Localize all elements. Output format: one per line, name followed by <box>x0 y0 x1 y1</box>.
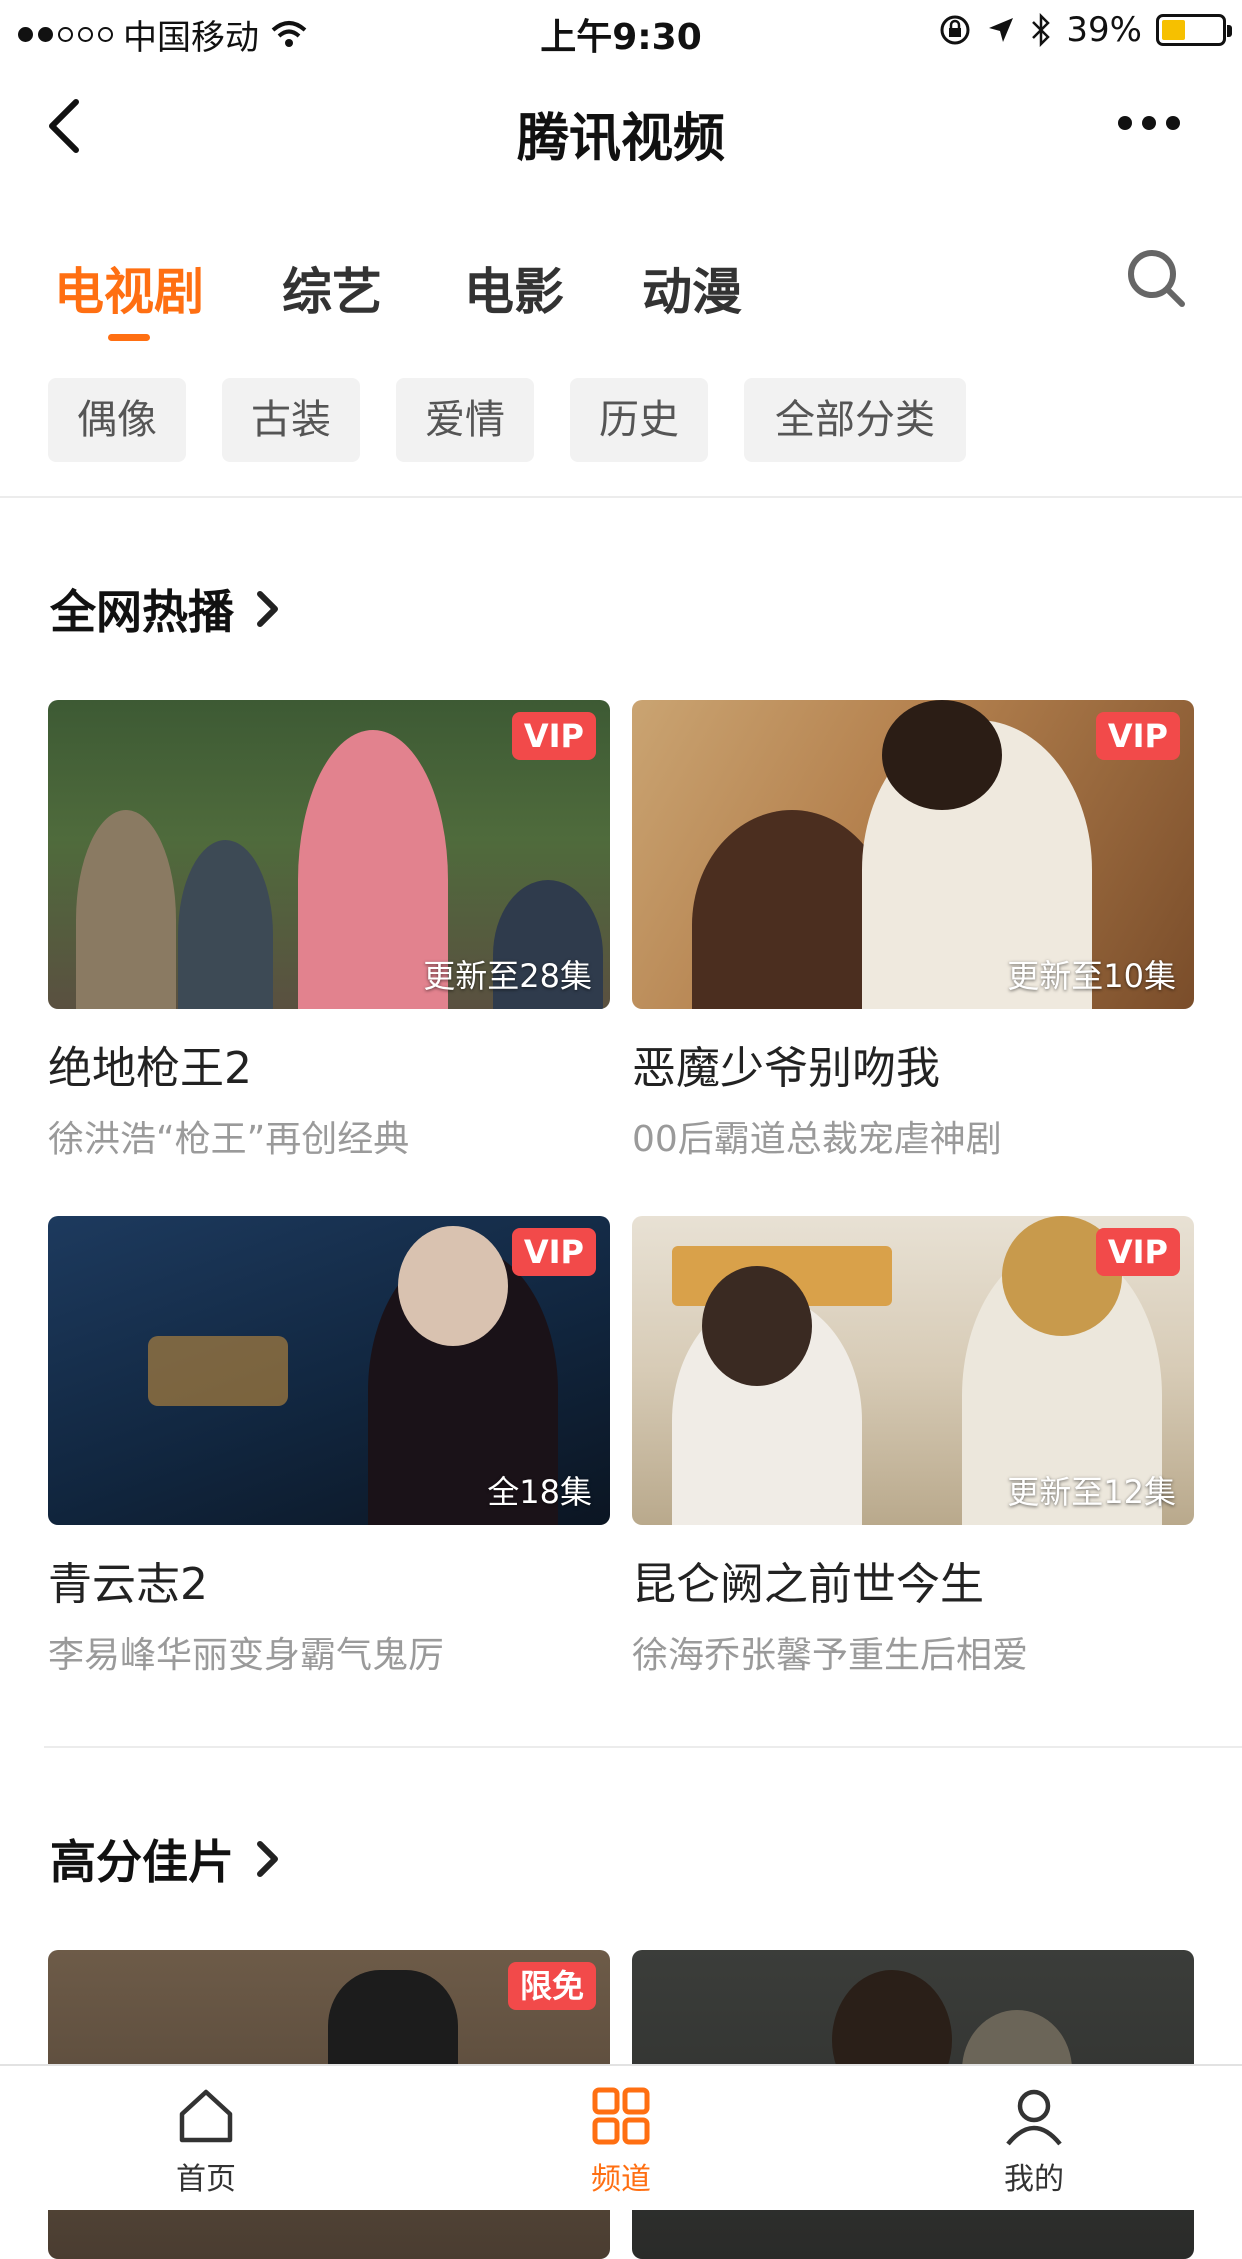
episode-label: 全18集 <box>487 1473 592 1511</box>
active-tab-indicator <box>108 334 150 341</box>
vip-badge: VIP <box>511 712 596 760</box>
tab-variety[interactable]: 综艺 <box>282 252 382 324</box>
video-thumbnail[interactable]: VIP 更新至10集 <box>632 700 1194 1009</box>
vip-badge: VIP <box>1095 1228 1180 1276</box>
chip-all-categories[interactable]: 全部分类 <box>744 378 966 462</box>
tab-label: 我的 <box>1004 2162 1064 2197</box>
chip-romance[interactable]: 爱情 <box>396 378 534 462</box>
video-thumbnail[interactable]: VIP 更新至12集 <box>632 1216 1194 1525</box>
section-header-hot[interactable]: 全网热播 <box>50 576 284 642</box>
video-title[interactable]: 恶魔少爷别吻我 <box>632 1032 940 1096</box>
chip-costume[interactable]: 古装 <box>222 378 360 462</box>
battery-icon <box>1156 14 1232 46</box>
location-arrow-icon <box>989 18 1014 42</box>
section-title: 全网热播 <box>50 585 234 639</box>
vip-badge: VIP <box>511 1228 596 1276</box>
tab-home[interactable]: 首页 <box>106 2084 306 2198</box>
tab-channels[interactable]: 频道 <box>521 2084 721 2198</box>
chevron-right-icon <box>257 1841 278 1877</box>
free-badge: 限免 <box>507 1962 596 2010</box>
video-title[interactable]: 绝地枪王2 <box>48 1032 252 1096</box>
bluetooth-icon <box>1032 13 1051 47</box>
video-title[interactable]: 青云志2 <box>48 1548 208 1612</box>
chevron-right-icon <box>257 591 278 627</box>
section-header-top-rated[interactable]: 高分佳片 <box>50 1826 284 1892</box>
video-thumbnail[interactable]: VIP 全18集 <box>48 1216 610 1525</box>
chip-history[interactable]: 历史 <box>570 378 708 462</box>
video-subtitle: 徐海乔张馨予重生后相爱 <box>632 1635 1029 1676</box>
page-title: 腾讯视频 <box>516 109 725 169</box>
video-subtitle: 李易峰华丽变身霸气鬼厉 <box>48 1635 445 1676</box>
chip-idol[interactable]: 偶像 <box>48 378 186 462</box>
rotation-lock-icon <box>940 15 970 45</box>
more-button[interactable] <box>1118 116 1180 130</box>
video-title[interactable]: 昆仑阙之前世今生 <box>632 1548 984 1612</box>
battery-percent: 39% <box>1066 10 1142 50</box>
tab-movie[interactable]: 电影 <box>464 252 564 324</box>
user-icon <box>1006 2089 1062 2146</box>
show-logo <box>148 1336 288 1406</box>
tab-anime[interactable]: 动漫 <box>642 252 742 324</box>
more-dots-icon <box>1118 116 1132 130</box>
divider <box>44 1746 1242 1748</box>
search-button[interactable] <box>1124 246 1188 310</box>
video-thumbnail[interactable]: VIP 更新至28集 <box>48 700 610 1009</box>
video-subtitle: 00后霸道总裁宠虐神剧 <box>632 1119 1002 1160</box>
tab-profile[interactable]: 我的 <box>934 2084 1134 2198</box>
status-right: 39% <box>938 10 1232 50</box>
home-icon <box>179 2089 233 2143</box>
bottom-tab-bar: 首页 频道 我的 <box>0 2064 1242 2210</box>
episode-label: 更新至10集 <box>1007 957 1176 995</box>
tab-label: 首页 <box>176 2162 236 2197</box>
tab-tv-series[interactable]: 电视剧 <box>54 252 204 324</box>
video-subtitle: 徐洪浩“枪王”再创经典 <box>48 1119 410 1160</box>
episode-label: 更新至28集 <box>423 957 592 995</box>
grid-icon <box>592 2087 650 2145</box>
vip-badge: VIP <box>1095 712 1180 760</box>
section-title: 高分佳片 <box>50 1835 234 1889</box>
status-bar: 中国移动 上午9:30 39% <box>0 0 1242 62</box>
tab-label: 频道 <box>591 2162 651 2197</box>
divider <box>0 496 1242 498</box>
episode-label: 更新至12集 <box>1007 1473 1176 1511</box>
